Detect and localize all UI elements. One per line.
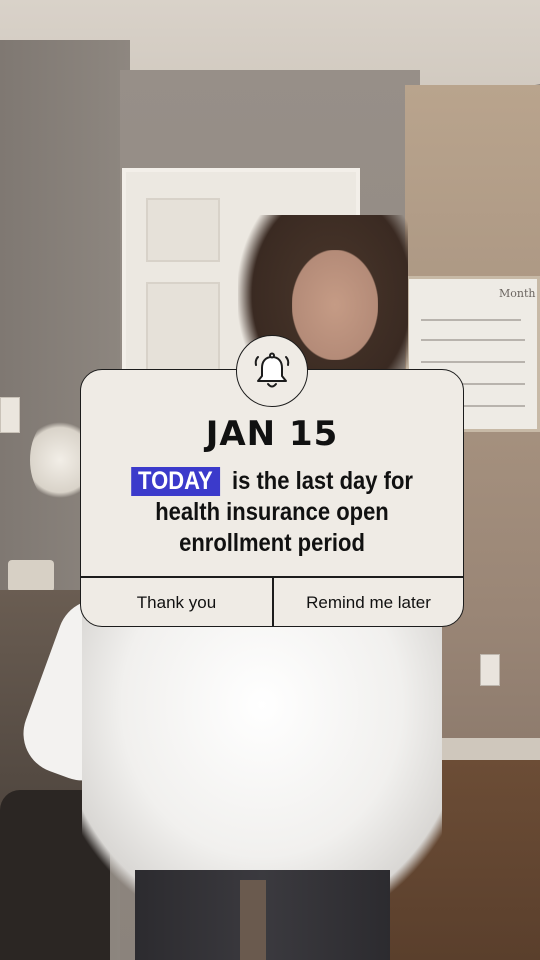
message-line-2: health insurance open [155, 498, 389, 526]
today-highlight: TODAY [131, 467, 220, 496]
light-switch [0, 397, 20, 433]
notification-message: TODAY is the last day for health insuranc… [104, 466, 440, 559]
bell-ringing-icon [236, 335, 308, 407]
thank-you-button[interactable]: Thank you [81, 577, 272, 626]
whiteboard-line [421, 319, 521, 321]
legs-gap [240, 880, 266, 960]
bell-svg [254, 352, 290, 388]
remind-me-later-button[interactable]: Remind me later [273, 577, 463, 626]
person-shirt [82, 600, 442, 900]
message-line-3: enrollment period [179, 529, 365, 557]
whiteboard-heading: Month [499, 287, 536, 300]
whiteboard-line [421, 339, 525, 341]
wall-outlet [480, 654, 500, 686]
person-face [292, 250, 378, 360]
message-line-1: is the last day for [232, 467, 413, 495]
door-panel [146, 198, 220, 262]
notification-card: JAN 15 TODAY is the last day for health i… [80, 369, 464, 627]
notification-date: JAN 15 [205, 414, 339, 454]
plant-pot [8, 560, 54, 592]
whiteboard-line [421, 361, 525, 363]
